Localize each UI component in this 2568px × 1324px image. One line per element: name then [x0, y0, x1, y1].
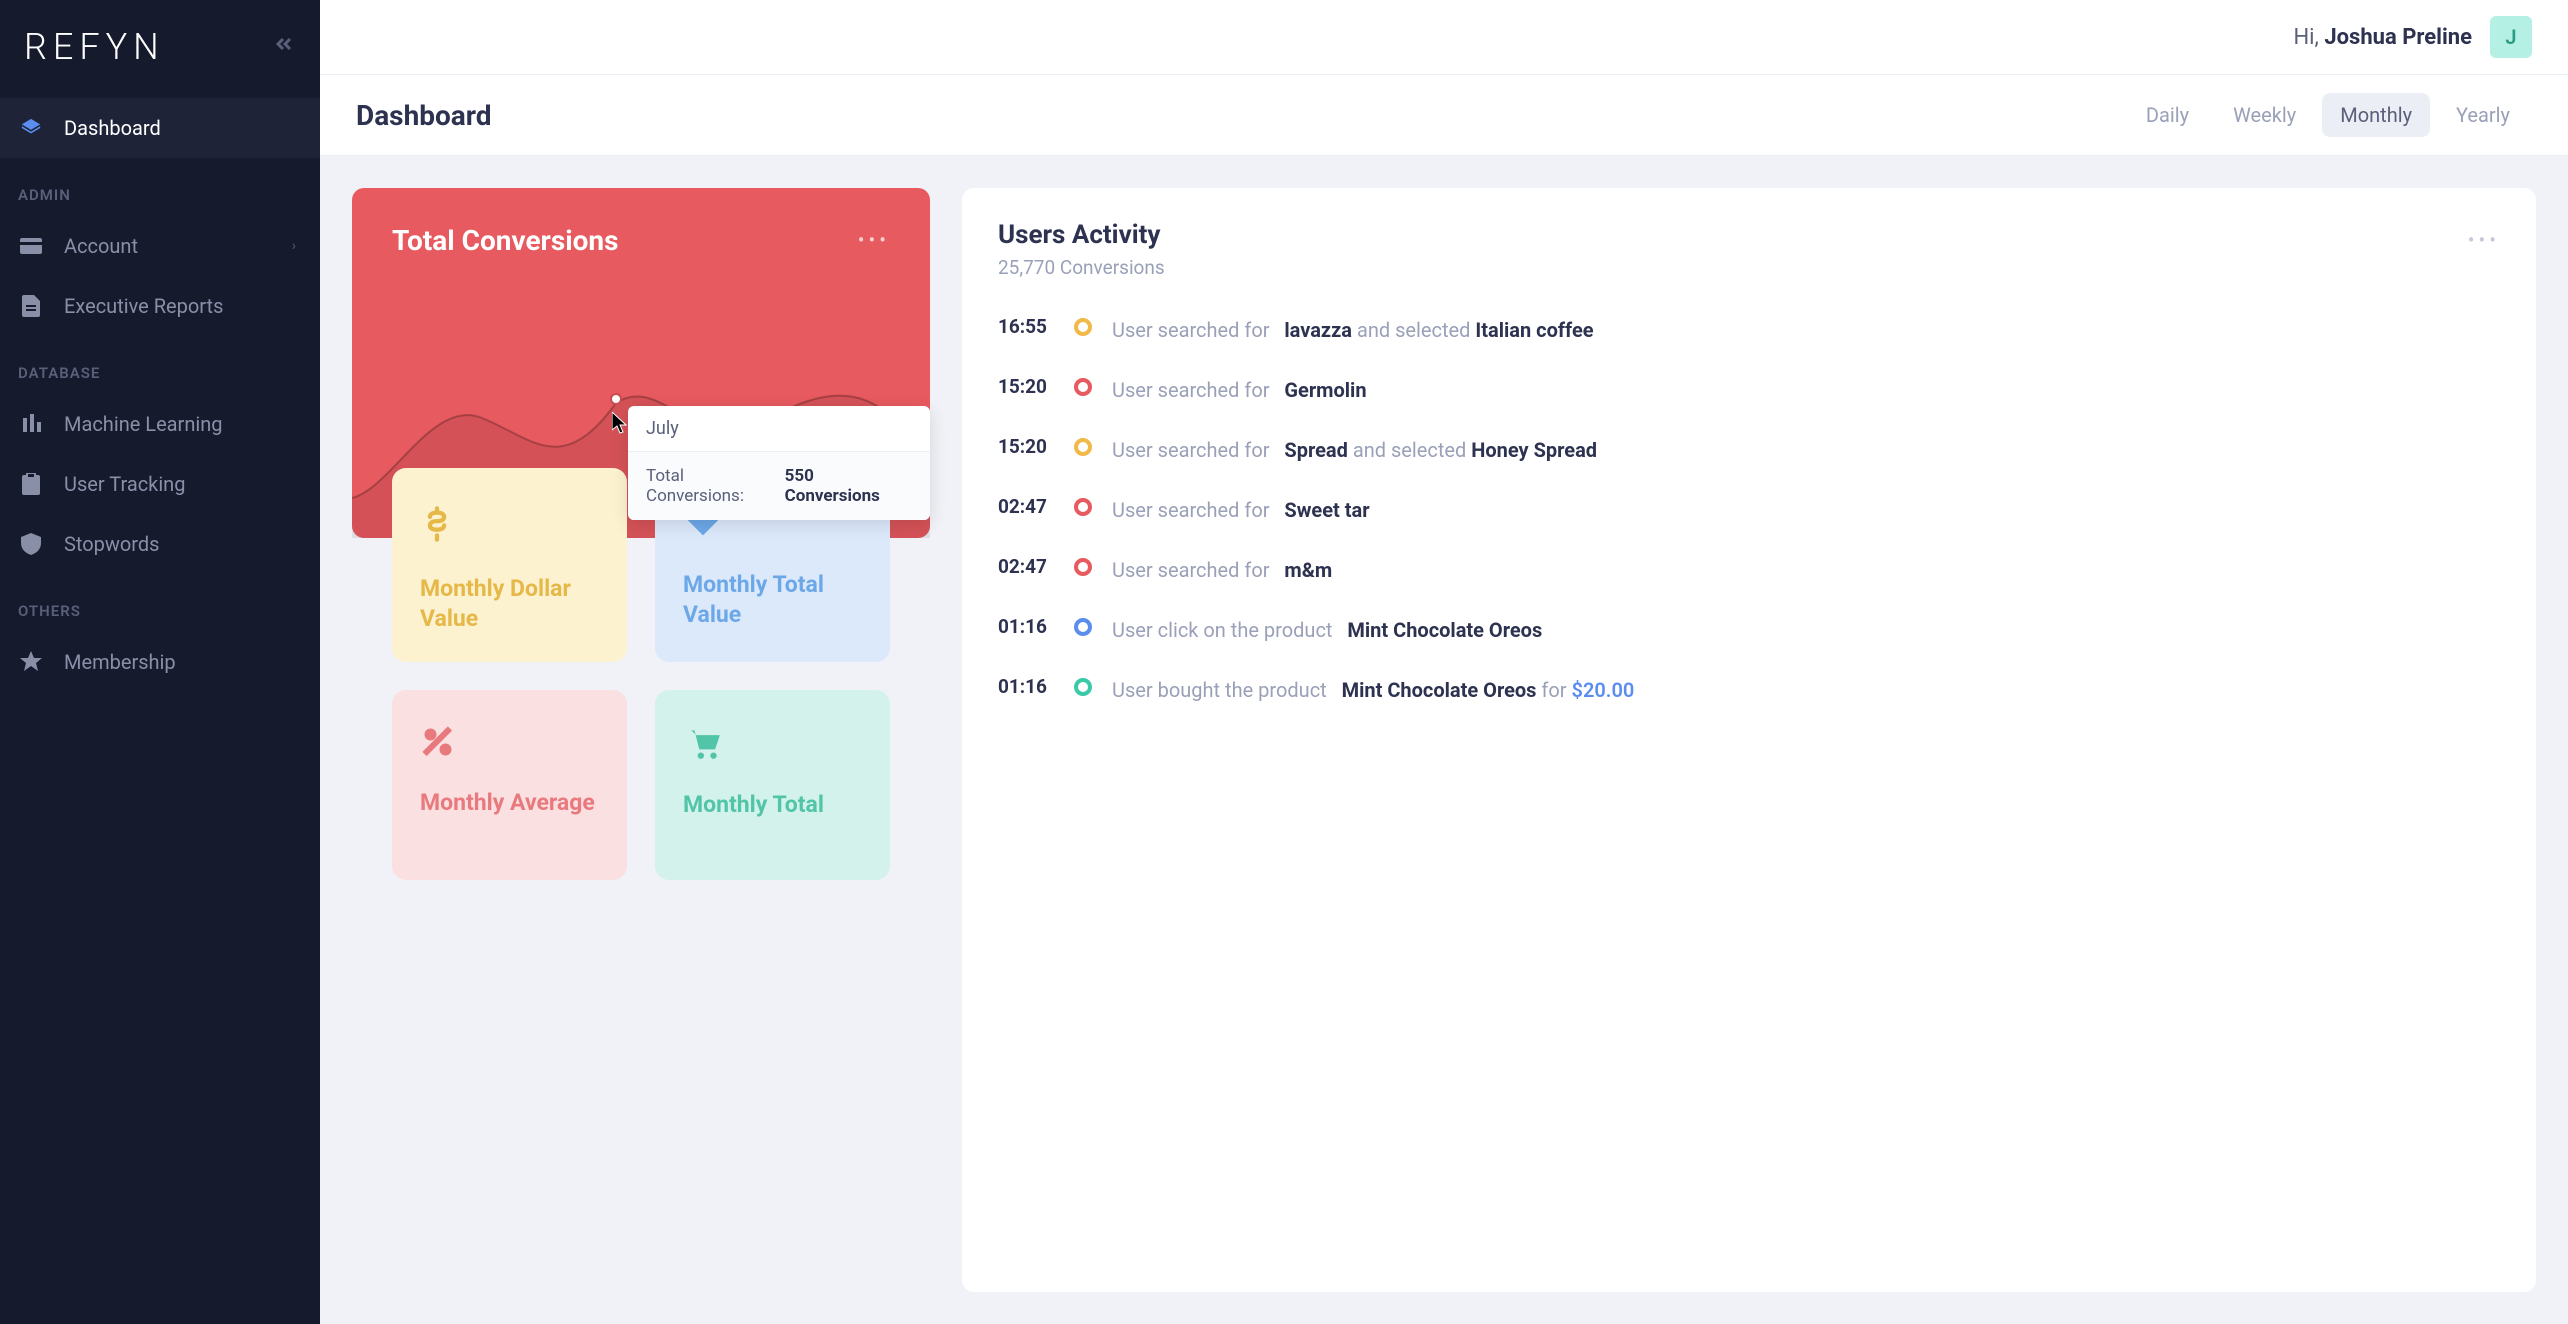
activity-text: User searched for Germolin	[1112, 375, 2500, 405]
cursor-icon	[612, 412, 628, 438]
activity-dot-icon	[1074, 498, 1092, 516]
activity-more-button[interactable]: •••	[2468, 228, 2500, 252]
activity-row: 02:47 User searched for m&m	[998, 555, 2500, 585]
activity-row: 15:20 User searched for Germolin	[998, 375, 2500, 405]
activity-text: User searched for Spread and selected Ho…	[1112, 435, 2500, 465]
sidebar-item-label: Machine Learning	[64, 412, 223, 436]
tab-monthly[interactable]: Monthly	[2322, 93, 2430, 137]
activity-dot-icon	[1074, 678, 1092, 696]
activity-dot-icon	[1074, 438, 1092, 456]
stat-title: Monthly Total	[683, 790, 862, 820]
greeting: Hi, Joshua Preline	[2293, 25, 2472, 50]
chart-highlight-dot	[610, 393, 622, 405]
activity-dot-icon	[1074, 378, 1092, 396]
sidebar-collapse-button[interactable]	[272, 32, 296, 63]
tab-weekly[interactable]: Weekly	[2215, 93, 2314, 137]
users-activity-panel: Users Activity 25,770 Conversions ••• 16…	[962, 188, 2536, 1292]
sidebar-section-label: OTHERS	[0, 574, 320, 632]
layers-icon	[20, 117, 42, 139]
activity-text: User bought the product Mint Chocolate O…	[1112, 675, 2500, 705]
avatar[interactable]: J	[2490, 16, 2532, 58]
activity-row: 02:47 User searched for Sweet tar	[998, 495, 2500, 525]
activity-subtitle: 25,770 Conversions	[998, 256, 1165, 279]
activity-time: 16:55	[998, 315, 1054, 338]
file-icon	[20, 295, 42, 317]
percent-icon	[420, 724, 599, 770]
page-title: Dashboard	[356, 99, 492, 132]
tooltip-label: Total Conversions:	[646, 466, 785, 506]
activity-dot-icon	[1074, 558, 1092, 576]
bars-icon	[20, 413, 42, 435]
conversions-more-button[interactable]: •••	[858, 228, 890, 252]
sidebar-item-label: Dashboard	[64, 116, 161, 140]
stat-title: Monthly Dollar Value	[420, 574, 599, 634]
activity-time: 15:20	[998, 435, 1054, 458]
activity-dot-icon	[1074, 618, 1092, 636]
sidebar-item-stopwords[interactable]: Stopwords	[0, 514, 320, 574]
activity-row: 15:20 User searched for Spread and selec…	[998, 435, 2500, 465]
sidebar-item-machine-learning[interactable]: Machine Learning	[0, 394, 320, 454]
activity-text: User searched for Sweet tar	[1112, 495, 2500, 525]
dollar-icon	[420, 502, 599, 556]
sidebar-item-label: User Tracking	[64, 472, 185, 496]
shield-icon	[20, 533, 42, 555]
star-icon	[20, 651, 42, 673]
clipboard-icon	[20, 473, 42, 495]
card-icon	[20, 235, 42, 257]
activity-row: 01:16 User bought the product Mint Choco…	[998, 675, 2500, 705]
period-tabs: DailyWeeklyMonthlyYearly	[2128, 93, 2528, 137]
sidebar-section-label: DATABASE	[0, 336, 320, 394]
activity-time: 15:20	[998, 375, 1054, 398]
tooltip-month: July	[628, 406, 930, 451]
activity-time: 01:16	[998, 675, 1054, 698]
sidebar-item-label: Account	[64, 234, 138, 258]
stat-card-yellow[interactable]: Monthly Dollar Value	[392, 468, 627, 662]
activity-time: 01:16	[998, 615, 1054, 638]
sidebar-item-account[interactable]: Account ›	[0, 216, 320, 276]
stat-title: Monthly Total Value	[683, 570, 862, 630]
sidebar-item-label: Stopwords	[64, 532, 160, 556]
activity-time: 02:47	[998, 495, 1054, 518]
sidebar-item-user-tracking[interactable]: User Tracking	[0, 454, 320, 514]
sidebar-item-executive-reports[interactable]: Executive Reports	[0, 276, 320, 336]
sidebar-item-dashboard[interactable]: Dashboard	[0, 98, 320, 158]
chart-tooltip: July Total Conversions: 550 Conversions	[628, 406, 930, 520]
activity-title: Users Activity	[998, 220, 1165, 250]
sidebar-item-label: Executive Reports	[64, 294, 223, 318]
stat-card-pink[interactable]: Monthly Average	[392, 690, 627, 880]
activity-dot-icon	[1074, 318, 1092, 336]
topbar: Hi, Joshua Preline J	[320, 0, 2568, 75]
activity-time: 02:47	[998, 555, 1054, 578]
conversions-title: Total Conversions	[392, 224, 890, 257]
tab-daily[interactable]: Daily	[2128, 93, 2207, 137]
subheader: Dashboard DailyWeeklyMonthlyYearly	[320, 75, 2568, 156]
sidebar-item-label: Membership	[64, 650, 176, 674]
stat-title: Monthly Average	[420, 788, 599, 818]
tooltip-value: 550 Conversions	[785, 466, 912, 506]
stat-card-teal[interactable]: Monthly Total	[655, 690, 890, 880]
sidebar-section-label: ADMIN	[0, 158, 320, 216]
sidebar-item-membership[interactable]: Membership	[0, 632, 320, 692]
sidebar: REFYN Dashboard ADMIN Account › Executiv…	[0, 0, 320, 1324]
chevron-double-left-icon	[272, 32, 296, 56]
content: Total Conversions ••• July Total Convers…	[320, 156, 2568, 1324]
activity-text: User searched for m&m	[1112, 555, 2500, 585]
activity-text: User click on the product Mint Chocolate…	[1112, 615, 2500, 645]
cart-icon	[683, 724, 862, 772]
activity-row: 01:16 User click on the product Mint Cho…	[998, 615, 2500, 645]
brand-logo: REFYN	[24, 26, 165, 68]
chevron-right-icon: ›	[292, 238, 296, 254]
main: Hi, Joshua Preline J Dashboard DailyWeek…	[320, 0, 2568, 1324]
tab-yearly[interactable]: Yearly	[2438, 93, 2528, 137]
activity-text: User searched for lavazza and selected I…	[1112, 315, 2500, 345]
activity-row: 16:55 User searched for lavazza and sele…	[998, 315, 2500, 345]
